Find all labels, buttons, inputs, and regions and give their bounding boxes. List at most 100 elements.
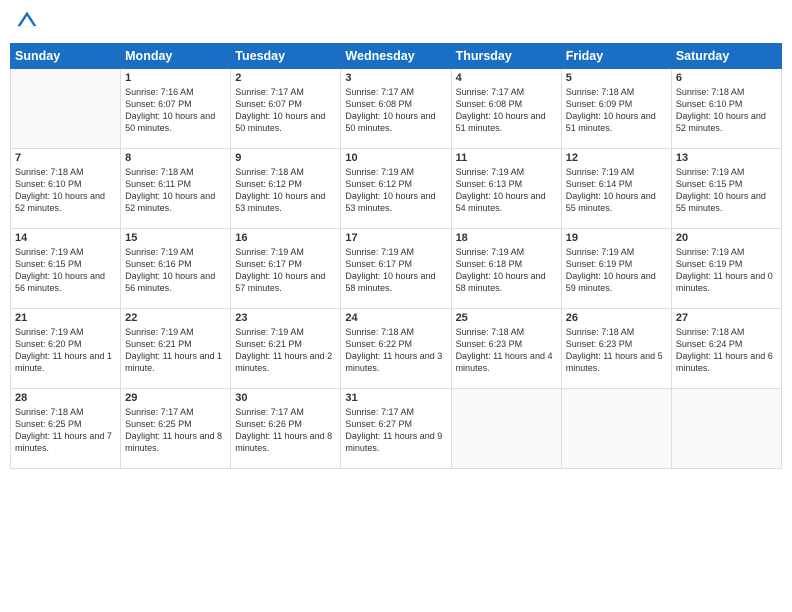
day-number: 2 — [235, 72, 336, 84]
header-day: Friday — [561, 44, 671, 69]
calendar-week: 21Sunrise: 7:19 AM Sunset: 6:20 PM Dayli… — [11, 309, 782, 389]
header-row: SundayMondayTuesdayWednesdayThursdayFrid… — [11, 44, 782, 69]
header-day: Tuesday — [231, 44, 341, 69]
day-info: Sunrise: 7:19 AM Sunset: 6:19 PM Dayligh… — [566, 246, 667, 295]
calendar: SundayMondayTuesdayWednesdayThursdayFrid… — [0, 43, 792, 469]
calendar-cell: 19 Sunrise: 7:19 AM Sunset: 6:19 PM Dayli… — [561, 229, 671, 309]
header-day: Wednesday — [341, 44, 451, 69]
calendar-cell: 22 Sunrise: 7:19 AM Sunset: 6:21 PM Dayli… — [121, 309, 231, 389]
calendar-cell: 28 Sunrise: 7:18 AM Sunset: 6:25 PM Dayli… — [11, 389, 121, 469]
day-number: 23 — [235, 312, 336, 324]
calendar-cell: 24 Sunrise: 7:18 AM Sunset: 6:22 PM Dayli… — [341, 309, 451, 389]
header-day: Monday — [121, 44, 231, 69]
day-info: Sunrise: 7:17 AM Sunset: 6:07 PM Dayligh… — [235, 86, 336, 135]
calendar-cell: 13 Sunrise: 7:19 AM Sunset: 6:15 PM Dayli… — [671, 149, 781, 229]
day-number: 30 — [235, 392, 336, 404]
day-number: 10 — [345, 152, 446, 164]
calendar-week: 7Sunrise: 7:18 AM Sunset: 6:10 PM Daylig… — [11, 149, 782, 229]
calendar-cell — [11, 69, 121, 149]
day-number: 4 — [456, 72, 557, 84]
day-number: 20 — [676, 232, 777, 244]
calendar-cell — [561, 389, 671, 469]
day-info: Sunrise: 7:19 AM Sunset: 6:13 PM Dayligh… — [456, 166, 557, 215]
calendar-cell — [451, 389, 561, 469]
day-number: 5 — [566, 72, 667, 84]
calendar-cell: 17Sunrise: 7:19 AM Sunset: 6:17 PM Dayli… — [341, 229, 451, 309]
day-number: 12 — [566, 152, 667, 164]
day-number: 24 — [345, 312, 446, 324]
calendar-cell: 4 Sunrise: 7:17 AM Sunset: 6:08 PM Daylig… — [451, 69, 561, 149]
day-number: 18 — [456, 232, 557, 244]
calendar-cell: 12 Sunrise: 7:19 AM Sunset: 6:14 PM Dayli… — [561, 149, 671, 229]
day-info: Sunrise: 7:18 AM Sunset: 6:24 PM Dayligh… — [676, 326, 777, 375]
calendar-cell: 3 Sunrise: 7:17 AM Sunset: 6:08 PM Daylig… — [341, 69, 451, 149]
calendar-table: SundayMondayTuesdayWednesdayThursdayFrid… — [10, 43, 782, 469]
day-info: Sunrise: 7:18 AM Sunset: 6:11 PM Dayligh… — [125, 166, 226, 215]
day-number: 25 — [456, 312, 557, 324]
calendar-cell: 15Sunrise: 7:19 AM Sunset: 6:16 PM Dayli… — [121, 229, 231, 309]
calendar-cell: 2 Sunrise: 7:17 AM Sunset: 6:07 PM Daylig… — [231, 69, 341, 149]
calendar-cell: 14 Sunrise: 7:19 AM Sunset: 6:15 PM Dayli… — [11, 229, 121, 309]
day-info: Sunrise: 7:18 AM Sunset: 6:10 PM Dayligh… — [15, 166, 116, 215]
day-number: 19 — [566, 232, 667, 244]
day-info: Sunrise: 7:19 AM Sunset: 6:18 PM Dayligh… — [456, 246, 557, 295]
day-info: Sunrise: 7:17 AM Sunset: 6:26 PM Dayligh… — [235, 406, 336, 455]
calendar-cell: 23 Sunrise: 7:19 AM Sunset: 6:21 PM Dayli… — [231, 309, 341, 389]
header-day: Sunday — [11, 44, 121, 69]
calendar-week: 14 Sunrise: 7:19 AM Sunset: 6:15 PM Dayli… — [11, 229, 782, 309]
calendar-cell: 31 Sunrise: 7:17 AM Sunset: 6:27 PM Dayli… — [341, 389, 451, 469]
day-info: Sunrise: 7:18 AM Sunset: 6:10 PM Dayligh… — [676, 86, 777, 135]
calendar-cell: 18 Sunrise: 7:19 AM Sunset: 6:18 PM Dayli… — [451, 229, 561, 309]
calendar-cell: 21Sunrise: 7:19 AM Sunset: 6:20 PM Dayli… — [11, 309, 121, 389]
day-info: Sunrise: 7:19 AM Sunset: 6:15 PM Dayligh… — [15, 246, 116, 295]
day-number: 26 — [566, 312, 667, 324]
calendar-week: 1 Sunrise: 7:16 AM Sunset: 6:07 PM Daylig… — [11, 69, 782, 149]
day-info: Sunrise: 7:18 AM Sunset: 6:22 PM Dayligh… — [345, 326, 446, 375]
day-info: Sunrise: 7:17 AM Sunset: 6:08 PM Dayligh… — [456, 86, 557, 135]
calendar-cell: 11 Sunrise: 7:19 AM Sunset: 6:13 PM Dayli… — [451, 149, 561, 229]
day-info: Sunrise: 7:19 AM Sunset: 6:16 PM Dayligh… — [125, 246, 226, 295]
day-info: Sunrise: 7:19 AM Sunset: 6:17 PM Dayligh… — [345, 246, 446, 295]
day-number: 11 — [456, 152, 557, 164]
header-day: Saturday — [671, 44, 781, 69]
calendar-cell: 8 Sunrise: 7:18 AM Sunset: 6:11 PM Daylig… — [121, 149, 231, 229]
logo-icon — [16, 10, 38, 32]
calendar-cell: 1 Sunrise: 7:16 AM Sunset: 6:07 PM Daylig… — [121, 69, 231, 149]
day-number: 16 — [235, 232, 336, 244]
day-number: 8 — [125, 152, 226, 164]
day-info: Sunrise: 7:19 AM Sunset: 6:15 PM Dayligh… — [676, 166, 777, 215]
day-number: 28 — [15, 392, 116, 404]
calendar-cell: 16Sunrise: 7:19 AM Sunset: 6:17 PM Dayli… — [231, 229, 341, 309]
calendar-cell: 6 Sunrise: 7:18 AM Sunset: 6:10 PM Daylig… — [671, 69, 781, 149]
calendar-body: 1 Sunrise: 7:16 AM Sunset: 6:07 PM Daylig… — [11, 69, 782, 469]
day-info: Sunrise: 7:17 AM Sunset: 6:27 PM Dayligh… — [345, 406, 446, 455]
day-info: Sunrise: 7:18 AM Sunset: 6:09 PM Dayligh… — [566, 86, 667, 135]
calendar-cell: 27Sunrise: 7:18 AM Sunset: 6:24 PM Dayli… — [671, 309, 781, 389]
day-info: Sunrise: 7:18 AM Sunset: 6:25 PM Dayligh… — [15, 406, 116, 455]
day-number: 6 — [676, 72, 777, 84]
day-number: 13 — [676, 152, 777, 164]
day-number: 31 — [345, 392, 446, 404]
day-number: 1 — [125, 72, 226, 84]
day-info: Sunrise: 7:19 AM Sunset: 6:20 PM Dayligh… — [15, 326, 116, 375]
day-number: 9 — [235, 152, 336, 164]
day-number: 22 — [125, 312, 226, 324]
calendar-cell: 20 Sunrise: 7:19 AM Sunset: 6:19 PM Dayli… — [671, 229, 781, 309]
day-number: 29 — [125, 392, 226, 404]
logo — [14, 10, 38, 37]
calendar-cell: 30 Sunrise: 7:17 AM Sunset: 6:26 PM Dayli… — [231, 389, 341, 469]
calendar-cell: 5 Sunrise: 7:18 AM Sunset: 6:09 PM Daylig… — [561, 69, 671, 149]
day-number: 3 — [345, 72, 446, 84]
day-info: Sunrise: 7:17 AM Sunset: 6:25 PM Dayligh… — [125, 406, 226, 455]
day-info: Sunrise: 7:17 AM Sunset: 6:08 PM Dayligh… — [345, 86, 446, 135]
day-info: Sunrise: 7:19 AM Sunset: 6:14 PM Dayligh… — [566, 166, 667, 215]
day-info: Sunrise: 7:16 AM Sunset: 6:07 PM Dayligh… — [125, 86, 226, 135]
day-info: Sunrise: 7:18 AM Sunset: 6:23 PM Dayligh… — [456, 326, 557, 375]
calendar-cell: 7Sunrise: 7:18 AM Sunset: 6:10 PM Daylig… — [11, 149, 121, 229]
day-info: Sunrise: 7:19 AM Sunset: 6:19 PM Dayligh… — [676, 246, 777, 295]
day-number: 14 — [15, 232, 116, 244]
day-info: Sunrise: 7:18 AM Sunset: 6:23 PM Dayligh… — [566, 326, 667, 375]
day-info: Sunrise: 7:19 AM Sunset: 6:21 PM Dayligh… — [235, 326, 336, 375]
day-info: Sunrise: 7:19 AM Sunset: 6:21 PM Dayligh… — [125, 326, 226, 375]
calendar-header: SundayMondayTuesdayWednesdayThursdayFrid… — [11, 44, 782, 69]
